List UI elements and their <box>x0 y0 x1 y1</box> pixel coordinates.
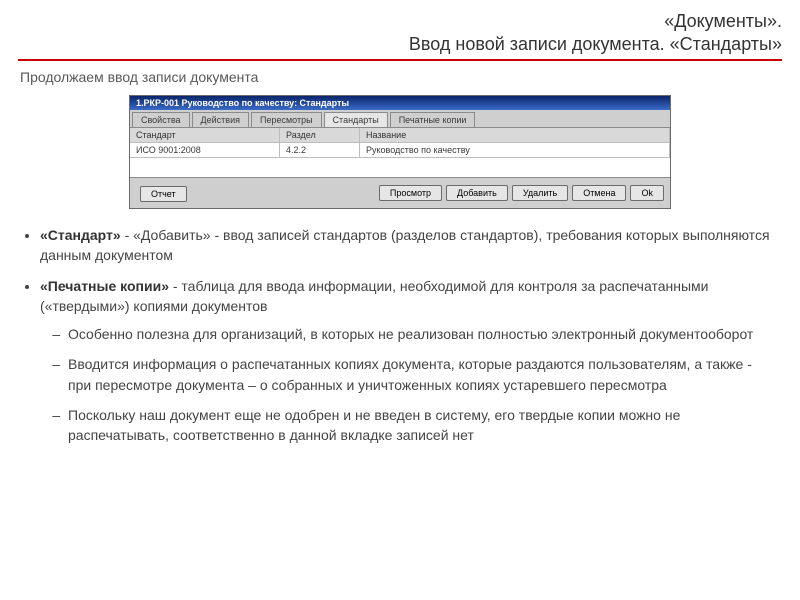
grid-body: ИСО 9001:2008 4.2.2 Руководство по качес… <box>130 143 670 178</box>
cell-name: Руководство по качеству <box>360 143 670 157</box>
window-tabs: Свойства Действия Пересмотры Стандарты П… <box>130 110 670 128</box>
col-name: Название <box>360 128 670 142</box>
text: - «Добавить» - ввод записей стандартов (… <box>40 227 770 263</box>
header-line-2: Ввод новой записи документа. «Стандарты» <box>18 33 782 56</box>
page-subtitle: Продолжаем ввод записи документа <box>20 69 782 85</box>
window-footer: Отчет Просмотр Добавить Удалить Отмена O… <box>130 178 670 208</box>
list-item: Особенно полезна для организаций, в кото… <box>68 324 776 344</box>
cell-section: 4.2.2 <box>280 143 360 157</box>
list-item: Поскольку наш документ еще не одобрен и … <box>68 405 776 446</box>
list-item: «Печатные копии» - таблица для ввода инф… <box>40 276 776 446</box>
bold-standard: «Стандарт» <box>40 227 121 243</box>
cancel-button[interactable]: Отмена <box>572 185 626 201</box>
cell-standard: ИСО 9001:2008 <box>130 143 280 157</box>
ok-button[interactable]: Ok <box>630 185 664 201</box>
table-row[interactable]: ИСО 9001:2008 4.2.2 Руководство по качес… <box>130 143 670 158</box>
header-line-1: «Документы». <box>18 10 782 33</box>
add-button[interactable]: Добавить <box>446 185 508 201</box>
header-divider <box>18 59 782 61</box>
window-title-bar: 1.РКР-001 Руководство по качеству: Станд… <box>130 96 670 110</box>
tab-properties[interactable]: Свойства <box>132 112 190 127</box>
tab-revisions[interactable]: Пересмотры <box>251 112 322 127</box>
tab-actions[interactable]: Действия <box>192 112 249 127</box>
sub-list: Особенно полезна для организаций, в кото… <box>68 324 776 445</box>
page-header: «Документы». Ввод новой записи документа… <box>18 10 782 55</box>
grid-header: Стандарт Раздел Название <box>130 128 670 143</box>
list-item: Вводится информация о распечатанных копи… <box>68 354 776 395</box>
list-item: «Стандарт» - «Добавить» - ввод записей с… <box>40 225 776 266</box>
col-section: Раздел <box>280 128 360 142</box>
report-button[interactable]: Отчет <box>140 186 187 202</box>
tab-standards[interactable]: Стандарты <box>324 112 388 127</box>
col-standard: Стандарт <box>130 128 280 142</box>
content-list: «Стандарт» - «Добавить» - ввод записей с… <box>40 225 776 446</box>
app-window: 1.РКР-001 Руководство по качеству: Станд… <box>129 95 671 209</box>
delete-button[interactable]: Удалить <box>512 185 568 201</box>
bold-printed-copies: «Печатные копии» <box>40 278 169 294</box>
view-button[interactable]: Просмотр <box>379 185 442 201</box>
tab-printed-copies[interactable]: Печатные копии <box>390 112 476 127</box>
